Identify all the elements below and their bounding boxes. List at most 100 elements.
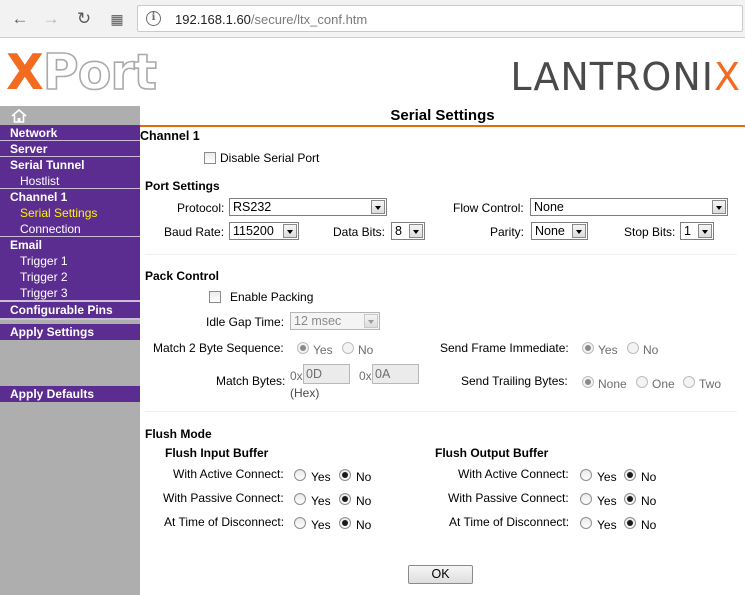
apps-grid-icon[interactable]: ▦ [106, 8, 128, 30]
sidebar-item-serial-tunnel[interactable]: Serial Tunnel [0, 157, 140, 173]
output-disconnect-label: At Time of Disconnect: [449, 515, 570, 529]
sidebar-item-channel1[interactable]: Channel 1 [0, 189, 140, 205]
trailing-two-radio[interactable] [683, 376, 695, 388]
match-bytes-label: Match Bytes: [216, 374, 286, 388]
trailing-two-label: Two [699, 377, 722, 391]
output-passive-yes-radio[interactable] [580, 493, 592, 505]
send-frame-no-label: No [643, 343, 659, 357]
ok-button[interactable]: OK [408, 565, 473, 584]
input-active-no-label: No [356, 470, 372, 484]
input-disconnect-yes-label: Yes [311, 518, 331, 532]
sidebar-item-trigger3[interactable]: Trigger 3 [0, 285, 140, 302]
hex-prefix-1: 0x [290, 369, 303, 383]
trailing-one-label: One [652, 377, 675, 391]
output-disconnect-no-radio[interactable] [624, 517, 636, 529]
chevron-down-icon [371, 200, 385, 214]
output-disconnect-no-label: No [641, 518, 657, 532]
sidebar-item-serial-settings[interactable]: Serial Settings [0, 205, 140, 221]
info-icon[interactable]: i [146, 11, 161, 26]
match2-yes-radio[interactable] [297, 342, 309, 354]
match-byte-1-input[interactable]: 0D [303, 364, 350, 384]
input-active-yes-radio[interactable] [294, 469, 306, 481]
output-passive-no-label: No [641, 494, 657, 508]
chevron-down-icon [698, 224, 712, 238]
output-disconnect-yes-label: Yes [597, 518, 617, 532]
send-frame-label: Send Frame Immediate: [440, 341, 569, 355]
output-active-no-radio[interactable] [624, 469, 636, 481]
output-passive-yes-label: Yes [597, 494, 617, 508]
output-active-label: With Active Connect: [458, 467, 569, 481]
hex-note: (Hex) [290, 386, 320, 400]
input-passive-yes-radio[interactable] [294, 493, 306, 505]
baud-rate-select[interactable]: 115200 [229, 222, 299, 240]
idle-gap-select[interactable]: 12 msec [290, 312, 380, 330]
idle-gap-label: Idle Gap Time: [206, 315, 285, 329]
back-arrow-icon[interactable]: ← [9, 8, 31, 30]
chevron-down-icon [572, 224, 586, 238]
disable-serial-port-label: Disable Serial Port [220, 151, 320, 165]
main-content: Serial Settings Channel 1 Disable Serial… [140, 106, 745, 595]
output-passive-no-radio[interactable] [624, 493, 636, 505]
sidebar-item-network[interactable]: Network [0, 125, 140, 141]
output-active-yes-radio[interactable] [580, 469, 592, 481]
input-disconnect-no-label: No [356, 518, 372, 532]
input-active-no-radio[interactable] [339, 469, 351, 481]
home-link[interactable] [0, 106, 140, 125]
address-bar[interactable]: i 192.168.1.60/secure/ltx_conf.htm [137, 5, 743, 32]
hex-prefix-2: 0x [359, 369, 372, 383]
header-banner: XPort LANTRONIX [0, 38, 745, 106]
reload-icon[interactable]: ↻ [73, 8, 95, 30]
enable-packing-checkbox[interactable] [209, 291, 221, 303]
input-disconnect-no-radio[interactable] [339, 517, 351, 529]
flush-output-heading: Flush Output Buffer [435, 446, 549, 460]
channel-heading: Channel 1 [140, 129, 200, 143]
trailing-one-radio[interactable] [636, 376, 648, 388]
stop-bits-select[interactable]: 1 [680, 222, 714, 240]
sidebar-item-hostlist[interactable]: Hostlist [0, 173, 140, 189]
send-frame-yes-label: Yes [598, 343, 618, 357]
send-trailing-label: Send Trailing Bytes: [461, 374, 568, 388]
enable-packing-label: Enable Packing [230, 290, 314, 304]
match2-no-radio[interactable] [342, 342, 354, 354]
url-path: /secure/ltx_conf.htm [250, 12, 368, 27]
home-icon[interactable] [11, 108, 27, 123]
input-disconnect-label: At Time of Disconnect: [164, 515, 285, 529]
sidebar-item-email[interactable]: Email [0, 237, 140, 253]
parity-select[interactable]: None [531, 222, 588, 240]
output-disconnect-yes-radio[interactable] [580, 517, 592, 529]
sidebar-item-connection[interactable]: Connection [0, 221, 140, 237]
stop-bits-label: Stop Bits: [624, 225, 676, 239]
input-disconnect-yes-radio[interactable] [294, 517, 306, 529]
input-passive-no-radio[interactable] [339, 493, 351, 505]
parity-label: Parity: [490, 225, 525, 239]
xport-logo: XPort [6, 44, 158, 102]
divider [145, 411, 737, 412]
protocol-label: Protocol: [177, 201, 225, 215]
protocol-select[interactable]: RS232 [229, 198, 387, 216]
flow-control-select[interactable]: None [530, 198, 728, 216]
disable-serial-port-checkbox[interactable] [204, 152, 216, 164]
send-frame-no-radio[interactable] [627, 342, 639, 354]
port-settings-heading: Port Settings [145, 179, 220, 193]
output-active-yes-label: Yes [597, 470, 617, 484]
trailing-none-radio[interactable] [582, 376, 594, 388]
page-title: Serial Settings [140, 106, 745, 127]
sidebar: Network Server Serial Tunnel Hostlist Ch… [0, 106, 140, 595]
match2-label: Match 2 Byte Sequence: [153, 341, 284, 355]
sidebar-item-trigger2[interactable]: Trigger 2 [0, 269, 140, 285]
sidebar-item-server[interactable]: Server [0, 141, 140, 157]
forward-arrow-icon[interactable]: → [40, 8, 62, 30]
send-frame-yes-radio[interactable] [582, 342, 594, 354]
chevron-down-icon [712, 200, 726, 214]
flush-input-heading: Flush Input Buffer [165, 446, 269, 460]
divider [145, 254, 737, 255]
apply-defaults-button[interactable]: Apply Defaults [0, 386, 140, 402]
match-byte-2-input[interactable]: 0A [372, 364, 419, 384]
browser-toolbar: ← → ↻ ▦ i 192.168.1.60/secure/ltx_conf.h… [0, 0, 745, 38]
output-passive-label: With Passive Connect: [448, 491, 569, 505]
baud-rate-label: Baud Rate: [164, 225, 225, 239]
sidebar-item-trigger1[interactable]: Trigger 1 [0, 253, 140, 269]
apply-settings-button[interactable]: Apply Settings [0, 324, 140, 340]
sidebar-item-configurable-pins[interactable]: Configurable Pins [0, 302, 140, 320]
data-bits-select[interactable]: 8 [391, 222, 425, 240]
